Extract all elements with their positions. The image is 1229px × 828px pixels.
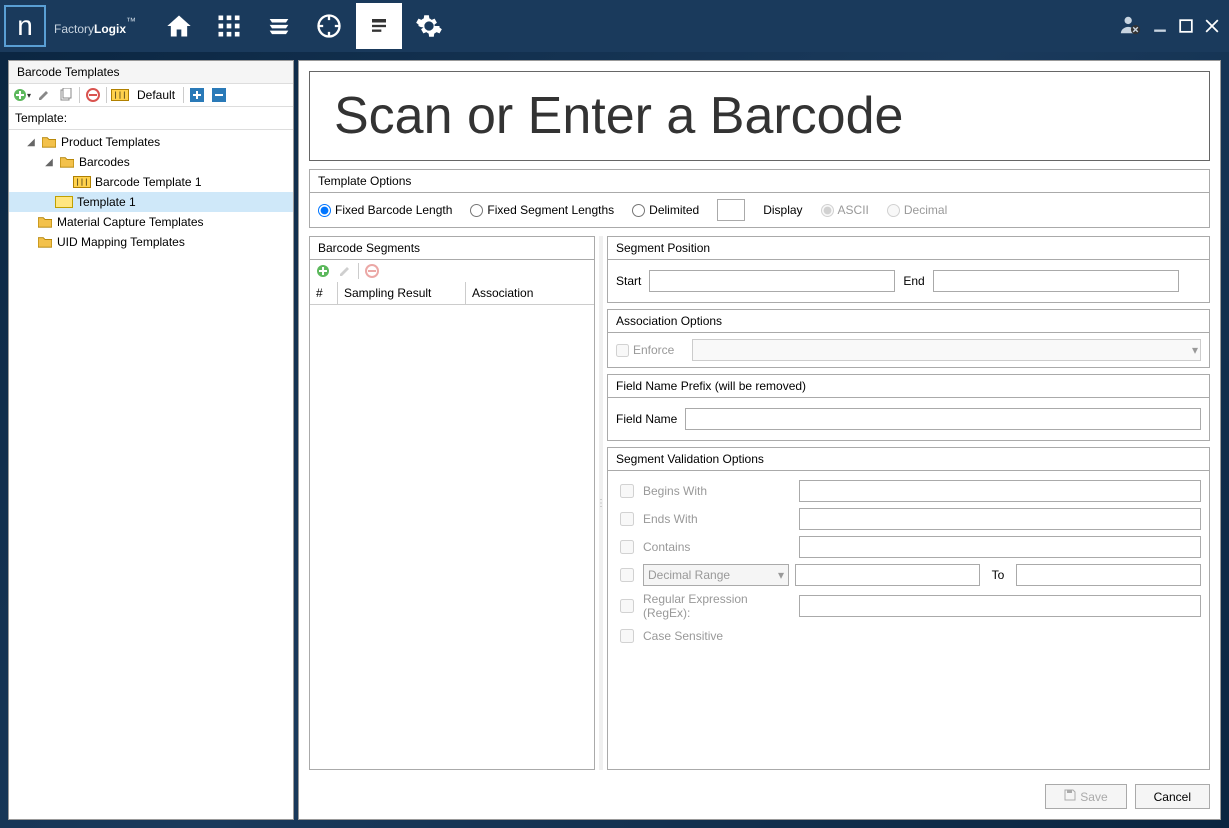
tree-barcodes[interactable]: ◢ Barcodes [9, 152, 293, 172]
contains-input[interactable] [799, 536, 1201, 558]
default-label: Default [133, 88, 179, 102]
segments-table-header: # Sampling Result Association [310, 282, 594, 305]
app-logo: n [4, 5, 46, 47]
save-icon [1064, 789, 1076, 804]
barcode-icon: ||| [73, 176, 91, 188]
case-sensitive-check [620, 629, 634, 643]
template-label: Template: [9, 107, 293, 130]
radio-ascii: ASCII [821, 203, 869, 217]
regex-check [620, 599, 634, 613]
range-to-input[interactable] [1016, 564, 1201, 586]
save-button: Save [1045, 784, 1126, 809]
user-icon[interactable] [1119, 14, 1141, 39]
radio-fixed-segments[interactable]: Fixed Segment Lengths [470, 203, 614, 217]
titlebar: n FactoryLogix™ [0, 0, 1229, 52]
copy-button[interactable] [57, 86, 75, 104]
maximize-button[interactable] [1179, 19, 1193, 33]
template-icon [55, 196, 73, 208]
segment-edit-button [336, 262, 354, 280]
radio-fixed-length[interactable]: Fixed Barcode Length [318, 203, 452, 217]
tree-barcode-template-1[interactable]: ||| Barcode Template 1 [9, 172, 293, 192]
segment-add-button[interactable] [314, 262, 332, 280]
association-select: ▾ [692, 339, 1201, 361]
begins-with-check [620, 484, 634, 498]
scan-title: Scan or Enter a Barcode [334, 86, 1185, 146]
footer: Save Cancel [309, 778, 1210, 809]
tree-product-templates[interactable]: ◢ Product Templates [9, 132, 293, 152]
app-body: Barcode Templates ▾ ||| Default Template… [0, 52, 1229, 828]
nav-settings-icon[interactable] [406, 3, 452, 49]
barcode-segments-title: Barcode Segments [310, 237, 594, 260]
start-input[interactable] [649, 270, 895, 292]
nav-grid-icon[interactable] [206, 3, 252, 49]
display-label: Display [763, 203, 802, 217]
decimal-range-check [620, 568, 634, 582]
template-tree: ◢ Product Templates ◢ Barcodes ||| Barco… [9, 130, 293, 819]
close-button[interactable] [1205, 19, 1219, 33]
nav-stack-icon[interactable] [256, 3, 302, 49]
sidebar: Barcode Templates ▾ ||| Default Template… [8, 60, 294, 820]
nav-target-icon[interactable] [306, 3, 352, 49]
folder-icon [59, 154, 75, 170]
template-options-title: Template Options [310, 170, 1209, 193]
folder-icon [41, 134, 57, 150]
radio-delimited[interactable]: Delimited [632, 203, 699, 217]
nav-home-icon[interactable] [156, 3, 202, 49]
app-window: n FactoryLogix™ Barcode Templates ▾ [0, 0, 1229, 828]
main-panel: Scan or Enter a Barcode Template Options… [298, 60, 1221, 820]
ends-with-input[interactable] [799, 508, 1201, 530]
segment-position-group: Segment Position Start End [607, 236, 1210, 303]
nav-templates-icon[interactable] [356, 3, 402, 49]
sidebar-title: Barcode Templates [9, 61, 293, 84]
cancel-button[interactable]: Cancel [1135, 784, 1210, 809]
delimiter-input[interactable] [717, 199, 745, 221]
scan-input-area[interactable]: Scan or Enter a Barcode [309, 71, 1210, 161]
barcode-segments-group: Barcode Segments # Sampling Result Assoc… [309, 236, 595, 770]
segment-delete-button [363, 262, 381, 280]
segments-table-body[interactable] [310, 305, 594, 769]
window-controls [1119, 14, 1219, 39]
brand-label: FactoryLogix™ [54, 13, 136, 39]
field-prefix-group: Field Name Prefix (will be removed) Fiel… [607, 374, 1210, 441]
tree-material-capture[interactable]: Material Capture Templates [9, 212, 293, 232]
radio-decimal: Decimal [887, 203, 947, 217]
nav-toolbar [156, 3, 452, 49]
add-button[interactable]: ▾ [13, 86, 31, 104]
association-options-group: Association Options Enforce ▾ [607, 309, 1210, 368]
regex-input[interactable] [799, 595, 1201, 617]
collapse-all-button[interactable] [210, 86, 228, 104]
enforce-checkbox: Enforce [616, 343, 674, 357]
decimal-range-select: Decimal Range▾ [643, 564, 789, 586]
begins-with-input[interactable] [799, 480, 1201, 502]
range-from-input[interactable] [795, 564, 980, 586]
default-barcode-icon[interactable]: ||| [111, 89, 129, 101]
ends-with-check [620, 512, 634, 526]
tree-template-1[interactable]: Template 1 [9, 192, 293, 212]
expand-all-button[interactable] [188, 86, 206, 104]
folder-icon [37, 234, 53, 250]
contains-check [620, 540, 634, 554]
minimize-button[interactable] [1153, 19, 1167, 33]
delete-button[interactable] [84, 86, 102, 104]
field-name-input[interactable] [685, 408, 1201, 430]
sidebar-toolbar: ▾ ||| Default [9, 84, 293, 107]
folder-icon [37, 214, 53, 230]
splitter-handle[interactable] [599, 236, 603, 770]
template-options-group: Template Options Fixed Barcode Length Fi… [309, 169, 1210, 228]
end-input[interactable] [933, 270, 1179, 292]
edit-button[interactable] [35, 86, 53, 104]
validation-group: Segment Validation Options Begins With E… [607, 447, 1210, 770]
tree-uid-mapping[interactable]: UID Mapping Templates [9, 232, 293, 252]
